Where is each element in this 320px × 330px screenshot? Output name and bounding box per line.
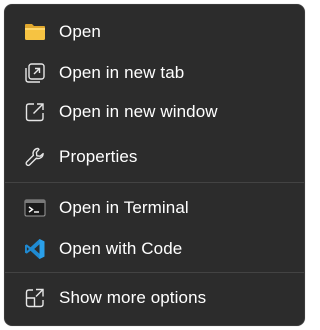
menu-item-open-with-code[interactable]: Open with Code xyxy=(13,230,296,268)
terminal-icon xyxy=(23,196,47,220)
menu-item-label: Open with Code xyxy=(59,239,183,258)
menu-item-label: Properties xyxy=(59,147,138,166)
folder-icon xyxy=(23,20,47,44)
menu-item-properties[interactable]: Properties xyxy=(13,138,296,176)
open-in-new-window-icon xyxy=(23,100,47,124)
menu-item-open-in-new-tab[interactable]: Open in new tab xyxy=(13,54,296,92)
menu-item-show-more-options[interactable]: Show more options xyxy=(13,279,296,317)
menu-item-label: Open in new tab xyxy=(59,63,185,82)
open-in-new-tab-icon xyxy=(23,61,47,85)
show-more-options-icon xyxy=(23,286,47,310)
menu-item-label: Open in Terminal xyxy=(59,198,189,217)
menu-item-label: Show more options xyxy=(59,288,207,307)
menu-item-label: Open in new window xyxy=(59,102,218,121)
wrench-icon xyxy=(23,145,47,169)
menu-item-open-in-new-window[interactable]: Open in new window xyxy=(13,93,296,131)
menu-item-label: Open xyxy=(59,22,101,41)
vscode-icon xyxy=(23,237,47,261)
context-menu: Open Open in new tab Open in new window xyxy=(4,4,305,326)
menu-separator xyxy=(5,182,304,183)
menu-item-open-in-terminal[interactable]: Open in Terminal xyxy=(13,189,296,227)
menu-item-open[interactable]: Open xyxy=(13,13,296,51)
menu-separator xyxy=(5,272,304,273)
